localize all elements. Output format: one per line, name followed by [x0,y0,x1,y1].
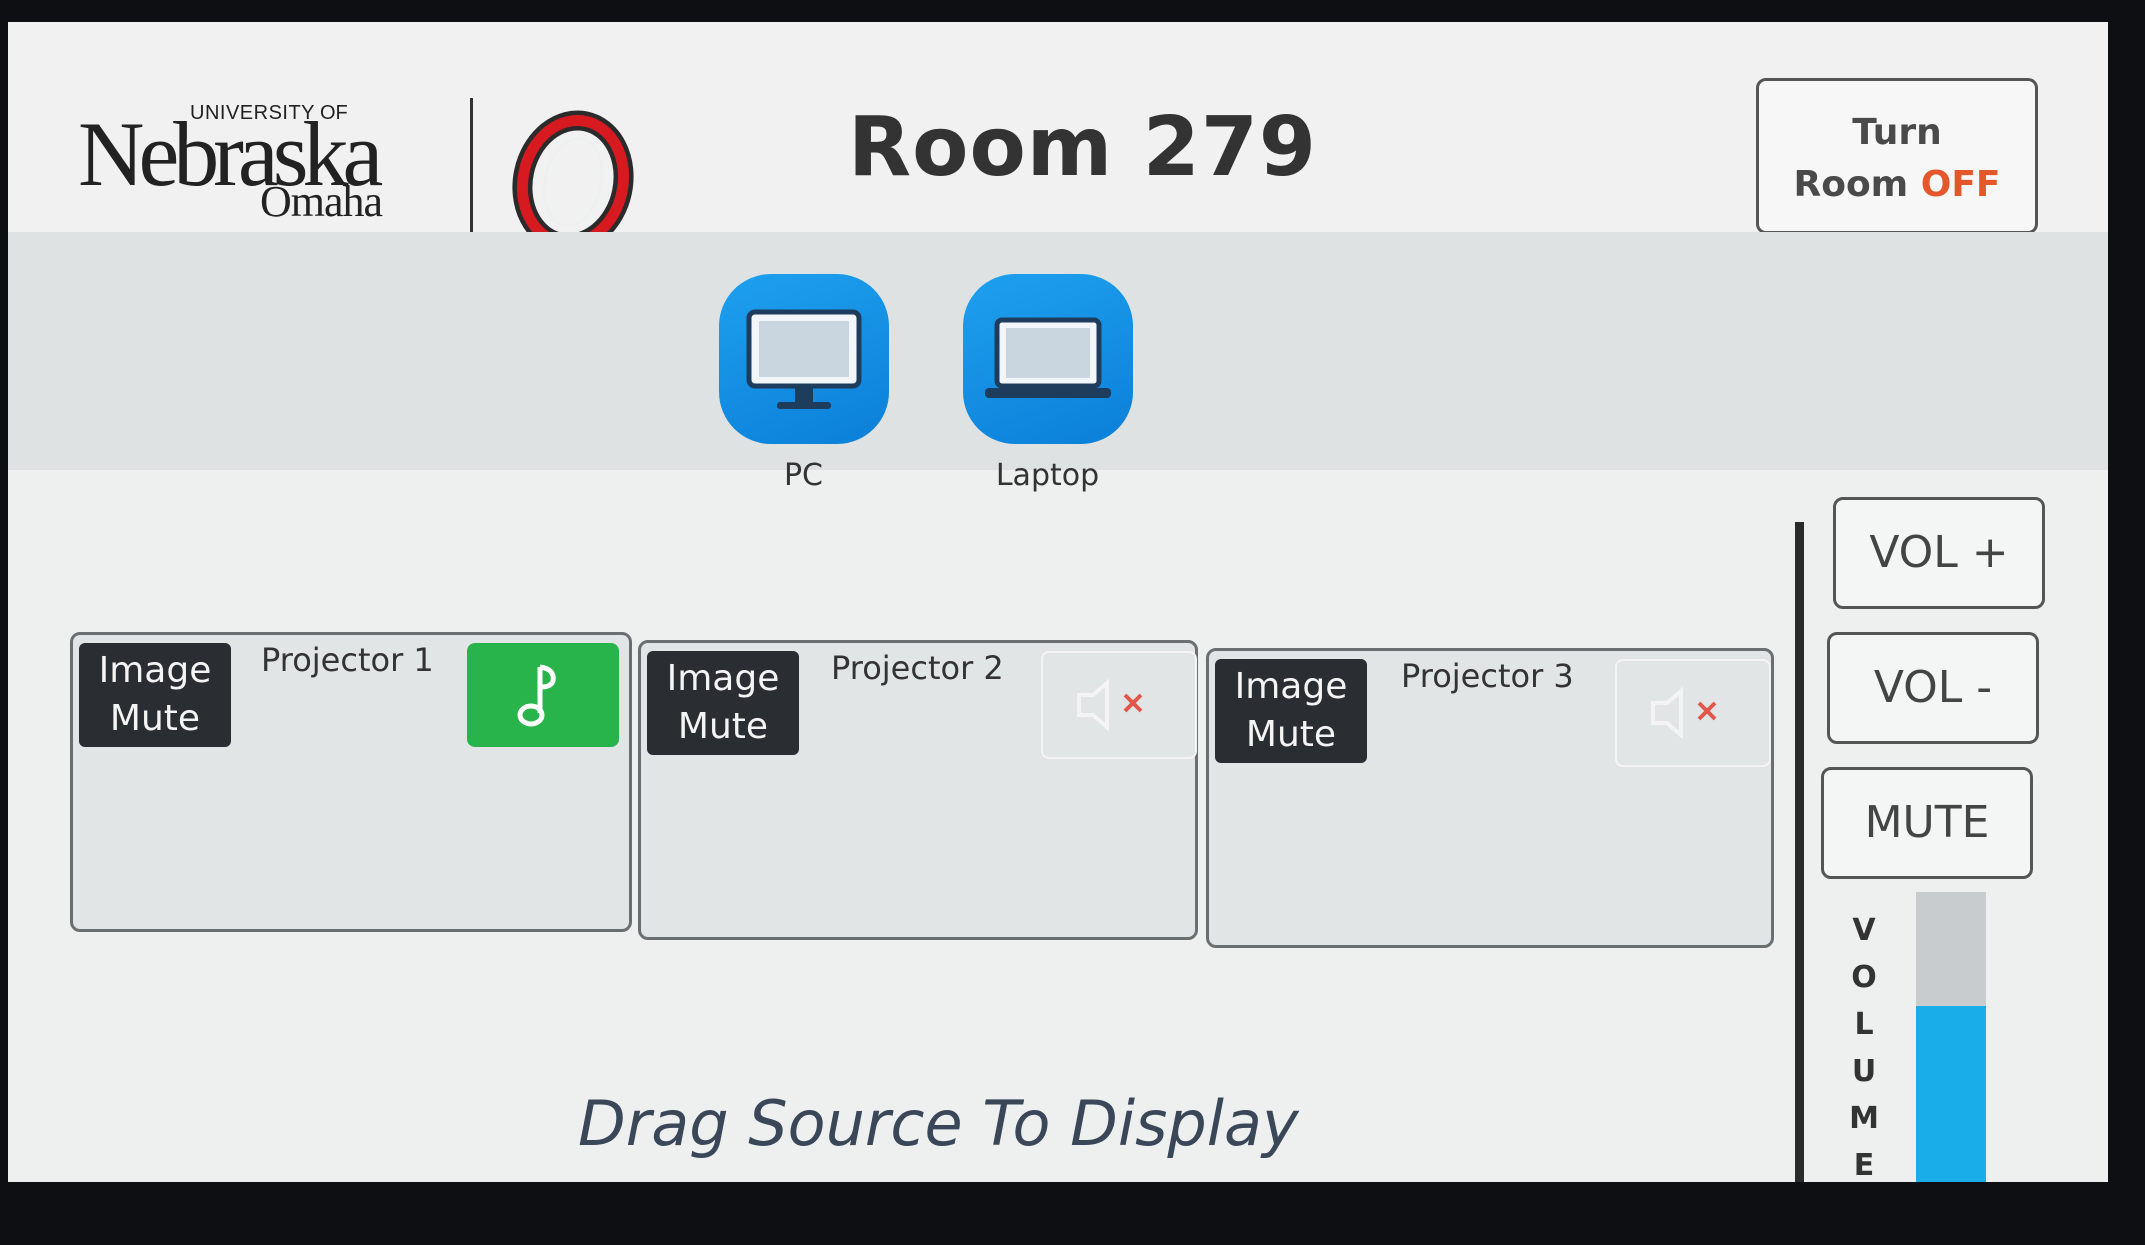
projector-3-drop-zone[interactable]: Image Mute Projector 3 [1206,648,1774,948]
volume-letter: M [1849,1101,1879,1136]
speaker-muted-icon [1651,686,1717,740]
projector-1-drop-zone[interactable]: Image Mute Projector 1 [70,632,632,932]
power-button-state: OFF [1920,164,2001,205]
image-mute-line2: Mute [109,698,201,739]
projector-3-label: Projector 3 [1401,657,1574,695]
music-note-icon [517,664,556,727]
unomaha-logo: UNIVERSITY OF Nebraska Omaha [70,60,634,254]
volume-level-fill [1916,1006,1986,1182]
image-mute-line1: Image [666,658,780,699]
volume-vertical-label: V O L U M E [1844,907,1884,1182]
laptop-icon [962,274,1133,444]
image-mute-line2: Mute [677,706,769,747]
source-pc-label: PC [783,458,824,493]
room-title: Room 279 [848,100,1317,195]
projector-1-audio-button[interactable] [467,643,619,747]
desktop-monitor-icon [718,274,889,444]
volume-letter: V [1852,913,1876,948]
source-laptop[interactable]: Laptop [960,274,1135,493]
logo-omaha-text: Omaha [260,177,383,226]
image-mute-button[interactable]: Image Mute [647,651,799,755]
power-button-prefix: Room [1793,164,1921,205]
volume-mute-button[interactable]: MUTE [1821,767,2033,879]
source-pc[interactable]: PC [716,274,891,493]
volume-letter: L [1854,1007,1874,1042]
touch-panel-screen: UNIVERSITY OF Nebraska Omaha Room 279 Tu… [8,22,2108,1182]
power-button-line2: Room OFF [1759,159,2035,211]
turn-room-off-button[interactable]: Turn Room OFF [1756,78,2038,234]
image-mute-line1: Image [1234,666,1348,707]
drag-source-hint: Drag Source To Display [578,1087,1299,1160]
volume-letter: O [1851,960,1877,995]
image-mute-button[interactable]: Image Mute [79,643,231,747]
volume-down-button[interactable]: VOL - [1827,632,2039,744]
projector-2-audio-button[interactable] [1041,651,1197,759]
source-laptop-label: Laptop [995,458,1100,493]
source-selection-band: PC Laptop [8,232,2108,493]
speaker-muted-icon [1077,678,1143,732]
image-mute-line2: Mute [1245,714,1337,755]
volume-letter: E [1853,1148,1875,1182]
projector-2-label: Projector 2 [831,649,1004,687]
volume-divider [1795,522,1804,1182]
logo-divider [470,98,473,248]
projector-2-drop-zone[interactable]: Image Mute Projector 2 [638,640,1198,940]
projector-3-audio-button[interactable] [1615,659,1771,767]
projector-1-label: Projector 1 [261,641,434,679]
header-bar: UNIVERSITY OF Nebraska Omaha Room 279 Tu… [8,22,2108,254]
image-mute-button[interactable]: Image Mute [1215,659,1367,763]
power-button-line1: Turn [1852,112,1942,153]
volume-letter: U [1851,1054,1877,1089]
volume-up-button[interactable]: VOL + [1833,497,2045,609]
image-mute-line1: Image [98,650,212,691]
volume-level-bar[interactable] [1916,892,1986,1182]
